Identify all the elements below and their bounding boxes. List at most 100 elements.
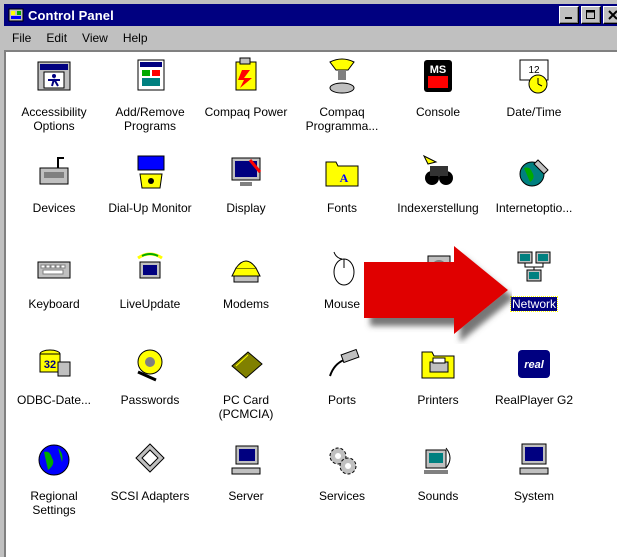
control-panel-item[interactable]: Sounds xyxy=(390,440,486,503)
control-panel-item-label: Date/Time xyxy=(506,105,562,119)
odbc-icon: 32 xyxy=(39,349,71,377)
menu-file[interactable]: File xyxy=(4,31,38,45)
control-panel-item[interactable]: Ports xyxy=(294,344,390,407)
indexing-icon xyxy=(422,154,453,185)
network-icon xyxy=(517,251,551,282)
control-panel-item[interactable]: Internetoptio... xyxy=(486,152,582,215)
control-panel-item[interactable]: real RealPlayer G2 xyxy=(486,344,582,407)
svg-text:real: real xyxy=(524,359,545,371)
server-icon xyxy=(231,445,261,475)
keyboard-icon xyxy=(37,261,71,279)
control-panel-item[interactable]: Add/Remove Programs xyxy=(102,56,198,133)
control-panel-item-label: Add/Remove Programs xyxy=(115,105,185,133)
control-panel-item[interactable]: Devices xyxy=(6,152,102,215)
pc-card-icon xyxy=(231,351,263,379)
control-panel-item[interactable]: Accessibility Options xyxy=(6,56,102,133)
modems-icon xyxy=(231,260,261,283)
control-panel-item[interactable]: Dial-Up Monitor xyxy=(102,152,198,215)
display-icon xyxy=(231,157,262,186)
control-panel-window: Control Panel File Edit View Help Access… xyxy=(0,0,617,557)
control-panel-item-label: SCSI Adapters xyxy=(110,489,190,503)
control-panel-item[interactable]: Compaq Power xyxy=(198,56,294,119)
console-icon: MS xyxy=(424,60,452,92)
control-panel-item-label: Mouse xyxy=(323,297,361,311)
menu-view[interactable]: View xyxy=(74,31,115,45)
control-panel-item-label: Indexerstellung xyxy=(397,201,479,215)
control-panel-item-label: ODBC-Date... xyxy=(16,393,91,407)
system-icon xyxy=(519,443,549,475)
control-panel-item[interactable]: Passwords xyxy=(102,344,198,407)
control-panel-item-label: Services xyxy=(318,489,365,503)
services-icon xyxy=(329,447,357,475)
control-panel-item-label: Sounds xyxy=(417,489,459,503)
svg-text:12: 12 xyxy=(528,65,540,76)
scsi-adapters-icon xyxy=(135,443,165,473)
control-panel-item-label: Compaq Power xyxy=(204,105,288,119)
minimize-button[interactable] xyxy=(559,6,579,24)
control-panel-item[interactable]: PC Card (PCMCIA) xyxy=(198,344,294,421)
sounds-icon xyxy=(424,447,451,474)
control-panel-item[interactable]: System xyxy=(486,440,582,503)
printers-icon xyxy=(421,351,455,379)
control-panel-item[interactable]: 32 ODBC-Date... xyxy=(6,344,102,407)
devices-icon xyxy=(39,157,69,185)
window-title: Control Panel xyxy=(28,7,114,23)
add-remove-programs-icon xyxy=(137,59,165,91)
control-panel-item-label: Accessibility Options xyxy=(21,105,87,133)
control-panel-item-label: Display xyxy=(226,201,266,215)
menu-help[interactable]: Help xyxy=(115,31,155,45)
title-bar[interactable]: Control Panel xyxy=(4,4,617,26)
control-panel-item[interactable]: Keyboard xyxy=(6,248,102,311)
mouse-icon xyxy=(333,251,355,286)
svg-text:32: 32 xyxy=(44,359,56,371)
compaq-power-icon xyxy=(235,57,257,91)
close-icon xyxy=(608,10,617,20)
control-panel-item[interactable]: Regional Settings xyxy=(6,440,102,517)
control-panel-item-label: Regional Settings xyxy=(30,489,78,517)
control-panel-item-label: Fonts xyxy=(326,201,357,215)
accessibility-icon xyxy=(37,61,71,91)
control-panel-item-label: Modems xyxy=(222,297,269,311)
control-panel-item[interactable]: Server xyxy=(198,440,294,503)
regional-settings-icon xyxy=(38,444,70,476)
control-panel-icon xyxy=(8,8,24,22)
control-panel-item-label: Compaq Programma... xyxy=(305,105,379,133)
fonts-icon: A xyxy=(325,161,359,187)
control-panel-item[interactable]: Printers xyxy=(390,344,486,407)
control-panel-item-label: Devices xyxy=(32,201,76,215)
menu-bar: File Edit View Help xyxy=(4,28,617,48)
compaq-programmable-icon xyxy=(329,58,355,94)
icon-view: Accessibility Options Add/Remove Programs… xyxy=(4,50,617,557)
control-panel-item[interactable]: A Fonts xyxy=(294,152,390,215)
minimize-icon xyxy=(565,17,572,19)
control-panel-item-label: Ports xyxy=(327,393,356,407)
passwords-icon xyxy=(137,349,163,382)
internet-options-icon xyxy=(519,159,549,187)
control-panel-item[interactable]: LiveUpdate xyxy=(102,248,198,311)
control-panel-item[interactable]: 12 Date/Time xyxy=(486,56,582,119)
date-time-icon: 12 xyxy=(519,59,549,94)
menu-edit[interactable]: Edit xyxy=(38,31,74,45)
close-button[interactable] xyxy=(603,6,617,24)
control-panel-item-label: Keyboard xyxy=(28,297,80,311)
maximize-icon xyxy=(586,10,595,19)
control-panel-item[interactable]: Compaq Programma... xyxy=(294,56,390,133)
control-panel-item[interactable]: Services xyxy=(294,440,390,503)
control-panel-item[interactable]: Display xyxy=(198,152,294,215)
maximize-button[interactable] xyxy=(581,6,601,24)
control-panel-item-label: RealPlayer G2 xyxy=(494,393,574,407)
control-panel-item-label: Dial-Up Monitor xyxy=(108,201,192,215)
svg-text:MS: MS xyxy=(430,64,447,76)
control-panel-item-label: LiveUpdate xyxy=(119,297,181,311)
control-panel-item[interactable]: Modems xyxy=(198,248,294,311)
liveupdate-icon xyxy=(137,252,163,279)
control-panel-item[interactable]: SCSI Adapters xyxy=(102,440,198,503)
control-panel-item-label: Server xyxy=(228,489,264,503)
red-arrow-icon xyxy=(364,246,508,334)
svg-text:A: A xyxy=(340,171,349,185)
control-panel-item[interactable]: MS Console xyxy=(390,56,486,119)
dialup-monitor-icon xyxy=(137,155,165,189)
control-panel-item[interactable]: Indexerstellung xyxy=(390,152,486,215)
control-panel-item-label: Printers xyxy=(417,393,459,407)
control-panel-item-label: Passwords xyxy=(120,393,180,407)
